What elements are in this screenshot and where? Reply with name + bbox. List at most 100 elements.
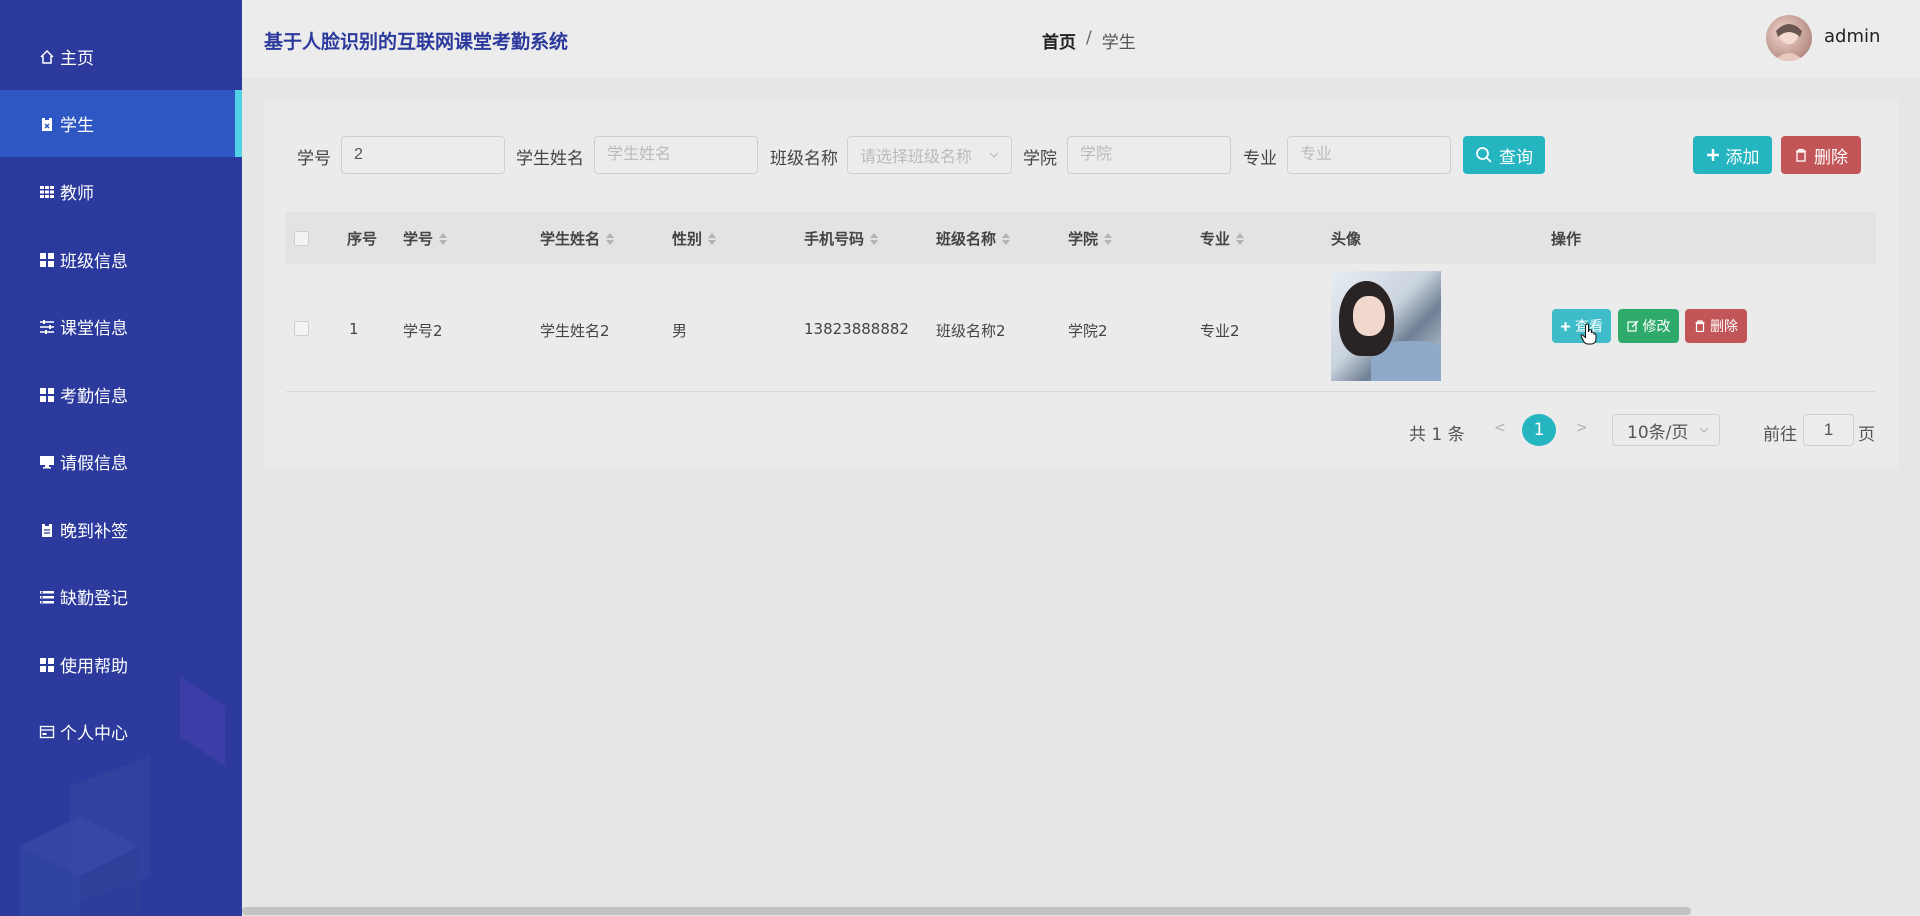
major-label: 专业 bbox=[1243, 149, 1277, 169]
pagination-page-1[interactable]: 1 bbox=[1522, 414, 1556, 446]
grid-four-icon bbox=[38, 656, 56, 674]
header-phone[interactable]: 手机号码 bbox=[804, 228, 879, 249]
sort-icon[interactable] bbox=[708, 232, 717, 245]
breadcrumb-separator: / bbox=[1086, 28, 1092, 48]
sidebar-item-teacher[interactable]: 教师 bbox=[0, 158, 242, 225]
monitor-icon bbox=[38, 453, 56, 471]
clipboard-x-icon bbox=[38, 115, 56, 133]
select-all-checkbox[interactable] bbox=[294, 231, 309, 246]
header-index: 序号 bbox=[347, 230, 378, 248]
sidebar: 主页 学生 教师 班级信息 课堂信息 考勤信息 请假信息 晚到补签 缺勤登记 使… bbox=[0, 0, 242, 916]
sidebar-item-label: 教师 bbox=[60, 184, 94, 204]
clipboard-icon bbox=[38, 521, 56, 539]
college-input[interactable] bbox=[1067, 136, 1231, 174]
plus-icon bbox=[1706, 149, 1719, 161]
sidebar-item-label: 晚到补签 bbox=[60, 522, 128, 542]
cell-phone: 13823888882 bbox=[804, 320, 909, 338]
cell-class-name: 班级名称2 bbox=[936, 322, 1006, 340]
header-class-name[interactable]: 班级名称 bbox=[936, 228, 1011, 249]
sidebar-item-home[interactable]: 主页 bbox=[0, 23, 242, 90]
trash-icon bbox=[1695, 320, 1705, 332]
plus-icon bbox=[1561, 321, 1570, 331]
header-college[interactable]: 学院 bbox=[1068, 228, 1113, 249]
student-avatar-image[interactable] bbox=[1331, 271, 1441, 381]
header-actions: 操作 bbox=[1551, 230, 1582, 248]
bulk-delete-button-label: 删除 bbox=[1814, 147, 1848, 168]
sort-icon[interactable] bbox=[1236, 232, 1245, 245]
sort-icon[interactable] bbox=[606, 232, 615, 245]
major-input[interactable] bbox=[1287, 136, 1451, 174]
class-name-select-placeholder: 请选择班级名称 bbox=[860, 147, 973, 166]
grid-four-icon bbox=[38, 386, 56, 404]
trash-icon bbox=[1796, 148, 1806, 162]
cell-college: 学院2 bbox=[1068, 322, 1108, 340]
edit-button[interactable]: 修改 bbox=[1618, 309, 1679, 343]
table-row: 1 学号2 学生姓名2 男 13823888882 班级名称2 学院2 专业2 … bbox=[286, 264, 1876, 392]
sidebar-item-leave[interactable]: 请假信息 bbox=[0, 428, 242, 495]
hand-cursor-icon bbox=[1580, 323, 1597, 345]
table-header: 序号 学号 学生姓名 性别 手机号码 班级名称 学院 专业 头像 操作 bbox=[286, 212, 1876, 264]
sort-icon[interactable] bbox=[870, 232, 879, 245]
sort-icon[interactable] bbox=[1104, 232, 1113, 245]
pagination-goto-input[interactable] bbox=[1803, 414, 1854, 446]
horizontal-scrollbar[interactable] bbox=[242, 906, 1920, 916]
class-name-select[interactable]: 请选择班级名称 bbox=[847, 136, 1012, 174]
sidebar-item-profile[interactable]: 个人中心 bbox=[0, 698, 242, 765]
edit-icon bbox=[1626, 320, 1638, 332]
sidebar-item-label: 考勤信息 bbox=[60, 387, 128, 407]
sidebar-item-student[interactable]: 学生 bbox=[0, 90, 242, 157]
sidebar-item-label: 缺勤登记 bbox=[60, 589, 128, 609]
add-button[interactable]: 添加 bbox=[1693, 136, 1772, 174]
row-delete-button-label: 删除 bbox=[1710, 319, 1738, 335]
sidebar-item-label: 课堂信息 bbox=[60, 319, 128, 339]
sidebar-item-help[interactable]: 使用帮助 bbox=[0, 631, 242, 698]
sliders-icon bbox=[38, 318, 56, 336]
scrollbar-thumb[interactable] bbox=[242, 907, 1691, 915]
chevron-down-icon bbox=[1699, 427, 1709, 433]
header-avatar: 头像 bbox=[1331, 230, 1362, 248]
home-icon bbox=[38, 48, 56, 66]
top-header: 基于人脸识别的互联网课堂考勤系统 首页 / 学生 admin bbox=[242, 0, 1920, 78]
row-delete-button[interactable]: 删除 bbox=[1685, 309, 1747, 343]
pagination-next-button[interactable]: > bbox=[1576, 420, 1588, 436]
row-checkbox[interactable] bbox=[294, 321, 309, 336]
header-gender[interactable]: 性别 bbox=[672, 228, 717, 249]
cell-gender: 男 bbox=[672, 322, 688, 340]
header-student-no[interactable]: 学号 bbox=[403, 228, 448, 249]
sidebar-item-attendance[interactable]: 考勤信息 bbox=[0, 361, 242, 428]
search-icon bbox=[1476, 147, 1492, 163]
sidebar-item-label: 主页 bbox=[60, 49, 94, 69]
student-no-input[interactable] bbox=[341, 136, 505, 174]
student-no-label: 学号 bbox=[297, 149, 331, 169]
pagination-prev-button[interactable]: < bbox=[1494, 420, 1506, 436]
grid-four-icon bbox=[38, 251, 56, 269]
header-major[interactable]: 专业 bbox=[1200, 228, 1245, 249]
page-size-select[interactable]: 10条/页 bbox=[1612, 414, 1720, 446]
card-icon bbox=[38, 723, 56, 741]
sidebar-item-late-signin[interactable]: 晚到补签 bbox=[0, 496, 242, 563]
sidebar-item-label: 学生 bbox=[60, 116, 94, 136]
breadcrumb-home[interactable]: 首页 bbox=[1042, 28, 1076, 53]
sort-icon[interactable] bbox=[439, 232, 448, 245]
page-size-value: 10条/页 bbox=[1627, 422, 1689, 443]
app-title: 基于人脸识别的互联网课堂考勤系统 bbox=[264, 31, 569, 53]
class-name-label: 班级名称 bbox=[770, 149, 838, 169]
username[interactable]: admin bbox=[1824, 26, 1880, 47]
college-label: 学院 bbox=[1023, 149, 1057, 169]
chevron-down-icon bbox=[989, 152, 999, 158]
breadcrumb-current: 学生 bbox=[1101, 33, 1136, 53]
sidebar-item-label: 班级信息 bbox=[60, 252, 128, 272]
header-student-name[interactable]: 学生姓名 bbox=[540, 228, 615, 249]
query-button[interactable]: 查询 bbox=[1463, 136, 1545, 174]
student-name-input[interactable] bbox=[594, 136, 758, 174]
student-name-label: 学生姓名 bbox=[516, 149, 584, 169]
sort-icon[interactable] bbox=[1002, 232, 1011, 245]
cell-major: 专业2 bbox=[1200, 322, 1240, 340]
sidebar-item-absence[interactable]: 缺勤登记 bbox=[0, 563, 242, 630]
list-icon bbox=[38, 588, 56, 606]
breadcrumb: 首页 / 学生 bbox=[1042, 28, 1136, 53]
bulk-delete-button[interactable]: 删除 bbox=[1781, 136, 1861, 174]
sidebar-item-course-info[interactable]: 课堂信息 bbox=[0, 293, 242, 360]
avatar[interactable] bbox=[1766, 15, 1812, 61]
sidebar-item-class-info[interactable]: 班级信息 bbox=[0, 226, 242, 293]
